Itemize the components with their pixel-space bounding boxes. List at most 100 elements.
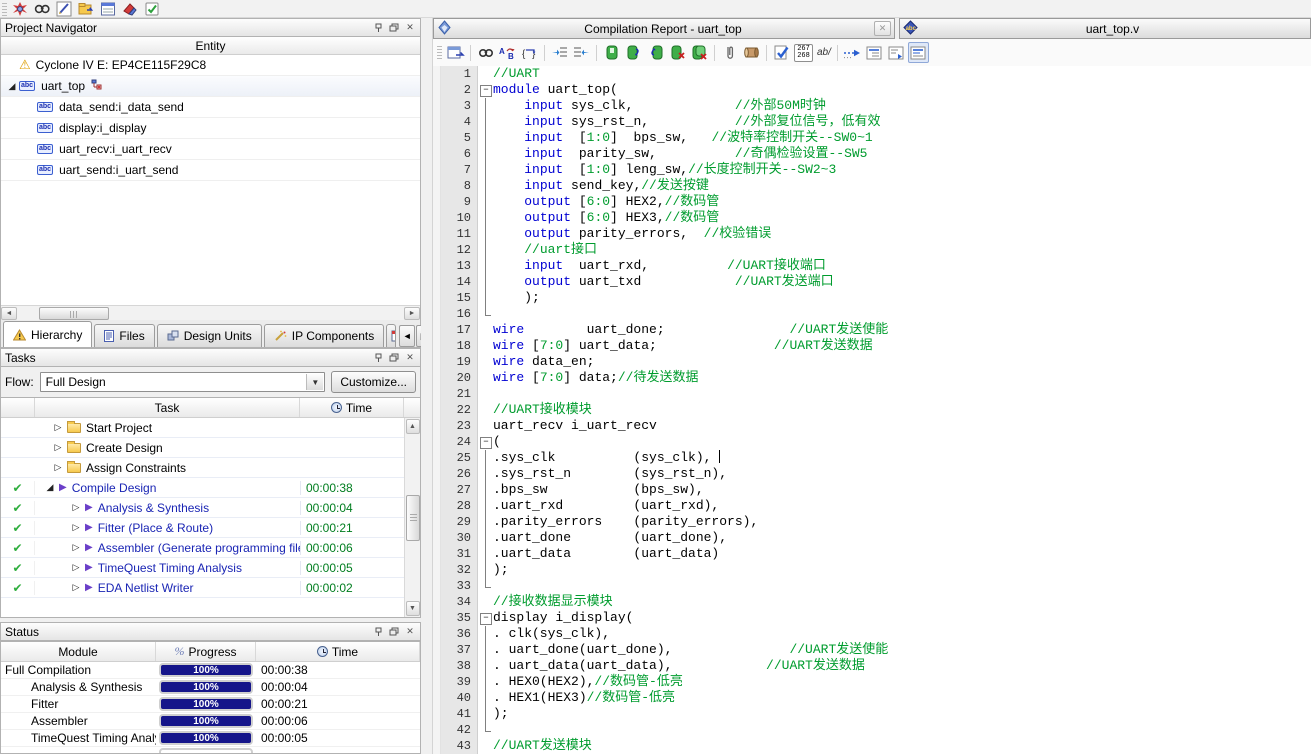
code-line[interactable]: 25.sys_clk (sys_clk), [433, 450, 1311, 466]
float-icon[interactable] [388, 352, 400, 364]
customize-button[interactable]: Customize... [331, 371, 416, 393]
code-line[interactable]: 15 ); [433, 290, 1311, 306]
code-line[interactable]: 16 [433, 306, 1311, 322]
float-icon[interactable] [388, 626, 400, 638]
close-icon[interactable]: ✕ [404, 22, 416, 34]
edit-icon[interactable] [53, 0, 75, 17]
tab-files[interactable]: Files [94, 324, 154, 347]
bookmark-icon[interactable] [601, 42, 622, 63]
scroll-left-icon[interactable]: ◄ [1, 307, 17, 320]
code-line[interactable]: 36. clk(sys_clk), [433, 626, 1311, 642]
expander-icon[interactable]: ▷ [51, 462, 65, 473]
code-line[interactable]: 10 output [6:0] HEX3,//数码管 [433, 210, 1311, 226]
file-window-titlebar[interactable]: abc uart_top.v [899, 18, 1311, 39]
expander-icon[interactable]: ▷ [69, 542, 83, 553]
code-line[interactable]: 12 //uart接口 [433, 242, 1311, 258]
tree-horizontal-scrollbar[interactable]: ◄ ► [1, 305, 420, 320]
tabs-scroll-left-icon[interactable]: ◄ [399, 325, 415, 347]
macro-scroll-icon[interactable] [741, 42, 762, 63]
code-line[interactable]: 24( [433, 434, 1311, 450]
indent-icon[interactable] [549, 42, 570, 63]
expander-icon[interactable]: ◢ [5, 81, 19, 92]
top-entity-row[interactable]: ◢ abc uart_top [1, 76, 420, 97]
comment-check-icon[interactable] [771, 42, 792, 63]
scroll-thumb[interactable] [406, 495, 420, 541]
block-indent-icon[interactable] [886, 42, 907, 63]
tasks-vertical-scrollbar[interactable]: ▲ ▼ [404, 418, 420, 617]
entity-instance-row[interactable]: abcuart_recv:i_uart_recv [1, 139, 420, 160]
tab-hierarchy[interactable]: Hierarchy [3, 321, 92, 347]
fold-collapse-icon[interactable] [478, 434, 493, 450]
task-row[interactable]: ✔▷▶Assembler (Generate programming files… [1, 538, 404, 558]
code-line[interactable]: 29.parity_errors (parity_errors), [433, 514, 1311, 530]
expander-icon[interactable]: ▷ [51, 442, 65, 453]
expander-icon[interactable]: ▷ [69, 522, 83, 533]
expander-icon[interactable]: ◢ [43, 482, 57, 493]
expander-icon[interactable]: ▷ [51, 422, 65, 433]
code-line[interactable]: 37. uart_done(uart_done), //UART发送使能 [433, 642, 1311, 658]
task-row[interactable]: ✔▷▶Analysis & Synthesis00:00:04 [1, 498, 404, 518]
new-compile-icon[interactable] [9, 0, 31, 17]
code-line[interactable]: 6 input parity_sw, //奇偶检验设置--SW5 [433, 146, 1311, 162]
entity-instance-row[interactable]: abcuart_send:i_uart_send [1, 160, 420, 181]
device-row[interactable]: ⚠ Cyclone IV E: EP4CE115F29C8 [1, 55, 420, 76]
code-line[interactable]: 30.uart_done (uart_done), [433, 530, 1311, 546]
code-line[interactable]: 27.bps_sw (bps_sw), [433, 482, 1311, 498]
unindent-icon[interactable] [571, 42, 592, 63]
open-project-icon[interactable] [75, 0, 97, 17]
tab-ip-components[interactable]: IP Components [264, 324, 385, 347]
goto-line-indicator[interactable]: 267268 [793, 42, 814, 63]
find-replace-icon[interactable]: AB [497, 42, 518, 63]
code-line[interactable]: 11 output parity_errors, //校验错误 [433, 226, 1311, 242]
code-line[interactable]: 17wire uart_done; //UART发送使能 [433, 322, 1311, 338]
scroll-up-icon[interactable]: ▲ [406, 419, 420, 434]
task-row[interactable]: ▷Create Design [1, 438, 404, 458]
code-line[interactable]: 8 input send_key,//发送按键 [433, 178, 1311, 194]
entity-instance-row[interactable]: abcdata_send:i_data_send [1, 97, 420, 118]
scroll-right-icon[interactable]: ► [404, 307, 420, 320]
panel-splitter[interactable] [421, 18, 433, 754]
code-line[interactable]: 40. HEX1(HEX3)//数码管-低亮 [433, 690, 1311, 706]
tab-revisions-partial[interactable]: 1 [386, 324, 396, 347]
fold-collapse-icon[interactable] [478, 610, 493, 626]
match-brace-icon[interactable]: {} [519, 42, 540, 63]
goto-arrow-icon[interactable] [842, 42, 863, 63]
code-line[interactable]: 20wire [7:0] data;//待发送数据 [433, 370, 1311, 386]
export-report-icon[interactable] [445, 42, 466, 63]
tab-design-units[interactable]: Design Units [157, 324, 262, 347]
pin-icon[interactable] [372, 352, 384, 364]
code-line[interactable]: 1//UART [433, 66, 1311, 82]
entity-instance-row[interactable]: abcdisplay:i_display [1, 118, 420, 139]
fold-collapse-icon[interactable] [478, 82, 493, 98]
code-line[interactable]: 4 input sys_rst_n, //外部复位信号，低有效 [433, 114, 1311, 130]
code-line[interactable]: 33 [433, 578, 1311, 594]
close-icon[interactable]: ✕ [404, 626, 416, 638]
expander-icon[interactable]: ▷ [69, 502, 83, 513]
bookmark-next-icon[interactable] [623, 42, 644, 63]
code-line[interactable]: 14 output uart_txd //UART发送端口 [433, 274, 1311, 290]
block-comment-icon[interactable] [908, 42, 929, 63]
float-icon[interactable] [388, 22, 400, 34]
attach-icon[interactable] [719, 42, 740, 63]
expander-icon[interactable]: ▷ [69, 562, 83, 573]
code-line[interactable]: 9 output [6:0] HEX2,//数码管 [433, 194, 1311, 210]
code-line[interactable]: 21 [433, 386, 1311, 402]
code-line[interactable]: 41); [433, 706, 1311, 722]
code-line[interactable]: 19wire data_en; [433, 354, 1311, 370]
pin-icon[interactable] [372, 22, 384, 34]
task-row[interactable]: ▷Assign Constraints [1, 458, 404, 478]
task-row[interactable]: ✔▷▶EDA Netlist Writer00:00:02 [1, 578, 404, 598]
code-line[interactable]: 13 input uart_rxd, //UART接收端口 [433, 258, 1311, 274]
code-line[interactable]: 28.uart_rxd (uart_rxd), [433, 498, 1311, 514]
code-line[interactable]: 32); [433, 562, 1311, 578]
report-window-icon[interactable] [97, 0, 119, 17]
close-icon[interactable]: ✕ [874, 21, 891, 36]
bookmark-delete-all-icon[interactable] [689, 42, 710, 63]
verify-icon[interactable] [141, 0, 163, 17]
code-line[interactable]: 7 input [1:0] leng_sw,//长度控制开关--SW2~3 [433, 162, 1311, 178]
code-line[interactable]: 22//UART接收模块 [433, 402, 1311, 418]
find-icon[interactable] [475, 42, 496, 63]
code-line[interactable]: 26.sys_rst_n (sys_rst_n), [433, 466, 1311, 482]
code-line[interactable]: 2module uart_top( [433, 82, 1311, 98]
block-list-icon[interactable] [864, 42, 885, 63]
